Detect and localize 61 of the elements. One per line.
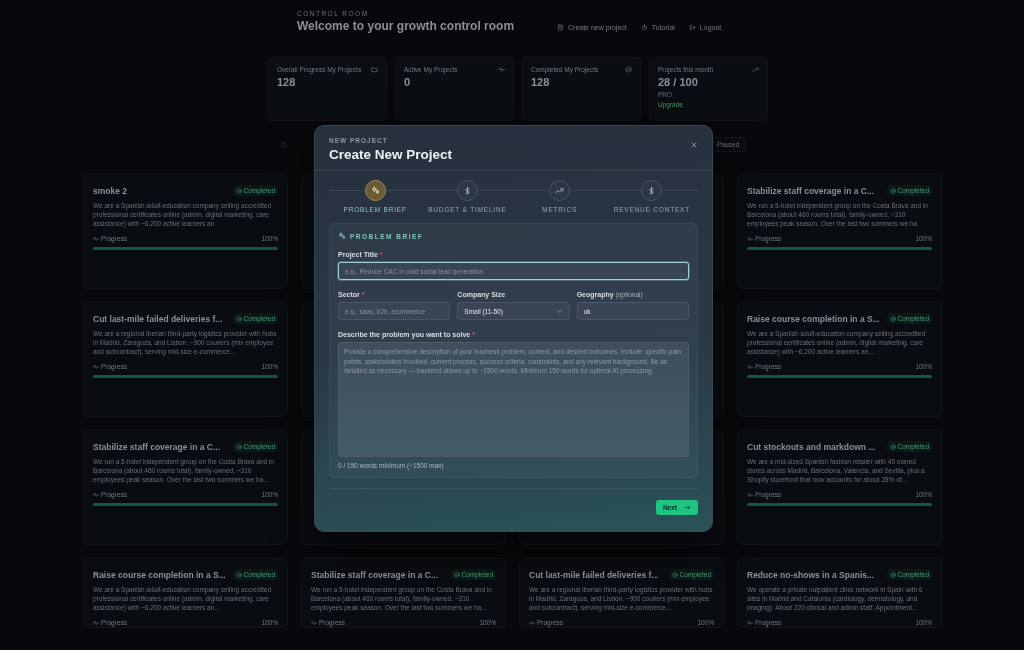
card-title: Cut last-mile failed deliveries f... (93, 313, 223, 324)
stat-value: 128 (277, 76, 297, 88)
check-circle-icon (235, 571, 242, 578)
card-title: Raise course completion in a S... (93, 569, 226, 580)
stat-value: 0 (404, 76, 412, 88)
caret-icon (555, 307, 563, 315)
logout-icon (688, 24, 696, 31)
project-card[interactable] (83, 302, 288, 417)
project-card[interactable] (737, 302, 942, 417)
project-card[interactable] (83, 430, 288, 545)
dollar-icon (462, 186, 472, 195)
arrow-icon (684, 504, 691, 511)
pulse-icon (498, 66, 505, 73)
pulse-icon (747, 235, 753, 242)
pulse-icon (747, 363, 753, 370)
card-title: Cut last-mile failed deliveries f... (529, 569, 659, 580)
project-card[interactable] (83, 558, 288, 628)
check-circle-icon (889, 187, 896, 194)
check-circle-icon (671, 571, 678, 578)
close-icon (690, 141, 698, 149)
check-circle-icon (889, 571, 896, 578)
card-title: Reduce no-shows in a Spanis... (747, 569, 875, 580)
project-card[interactable] (519, 558, 724, 628)
check-circle-icon (235, 315, 242, 322)
check-circle-icon (889, 443, 896, 450)
pulse-icon (93, 363, 99, 370)
dialog-title: Create New Project (329, 147, 453, 162)
sparkle-icon (370, 186, 380, 195)
project-card[interactable] (301, 558, 506, 628)
stat-value: 28 / 100 (658, 76, 699, 88)
project-card[interactable] (737, 174, 942, 289)
document-icon (557, 24, 564, 31)
dollar-icon (647, 186, 657, 195)
project-card[interactable] (737, 430, 942, 545)
check-circle-icon (625, 66, 632, 73)
power-icon (640, 24, 648, 31)
card-title: Stabilize staff coverage in a C... (311, 569, 439, 580)
trend-up-icon (555, 186, 565, 195)
pulse-icon (93, 619, 99, 626)
project-card[interactable] (737, 558, 942, 628)
pulse-icon (93, 491, 99, 498)
folder-icon (371, 66, 378, 73)
pulse-icon (311, 619, 317, 626)
card-title: Raise course completion in a S... (747, 313, 880, 324)
card-title: Stabilize staff coverage in a C... (747, 185, 875, 196)
pulse-icon (747, 619, 753, 626)
search-icon (280, 140, 288, 149)
pulse-icon (747, 491, 753, 498)
card-title: Cut stockouts and markdown ... (747, 441, 876, 452)
check-circle-icon (235, 187, 242, 194)
pulse-icon (529, 619, 535, 626)
stat-value: 128 (531, 76, 551, 88)
trend-up-icon (752, 66, 759, 73)
pulse-icon (93, 235, 99, 242)
page-title: Welcome to your growth control room (297, 19, 516, 33)
card-title: smoke 2 (93, 185, 128, 196)
card-title: Stabilize staff coverage in a C... (93, 441, 221, 452)
sparkle-icon (338, 232, 346, 240)
check-circle-icon (889, 315, 896, 322)
check-circle-icon (453, 571, 460, 578)
check-circle-icon (235, 443, 242, 450)
